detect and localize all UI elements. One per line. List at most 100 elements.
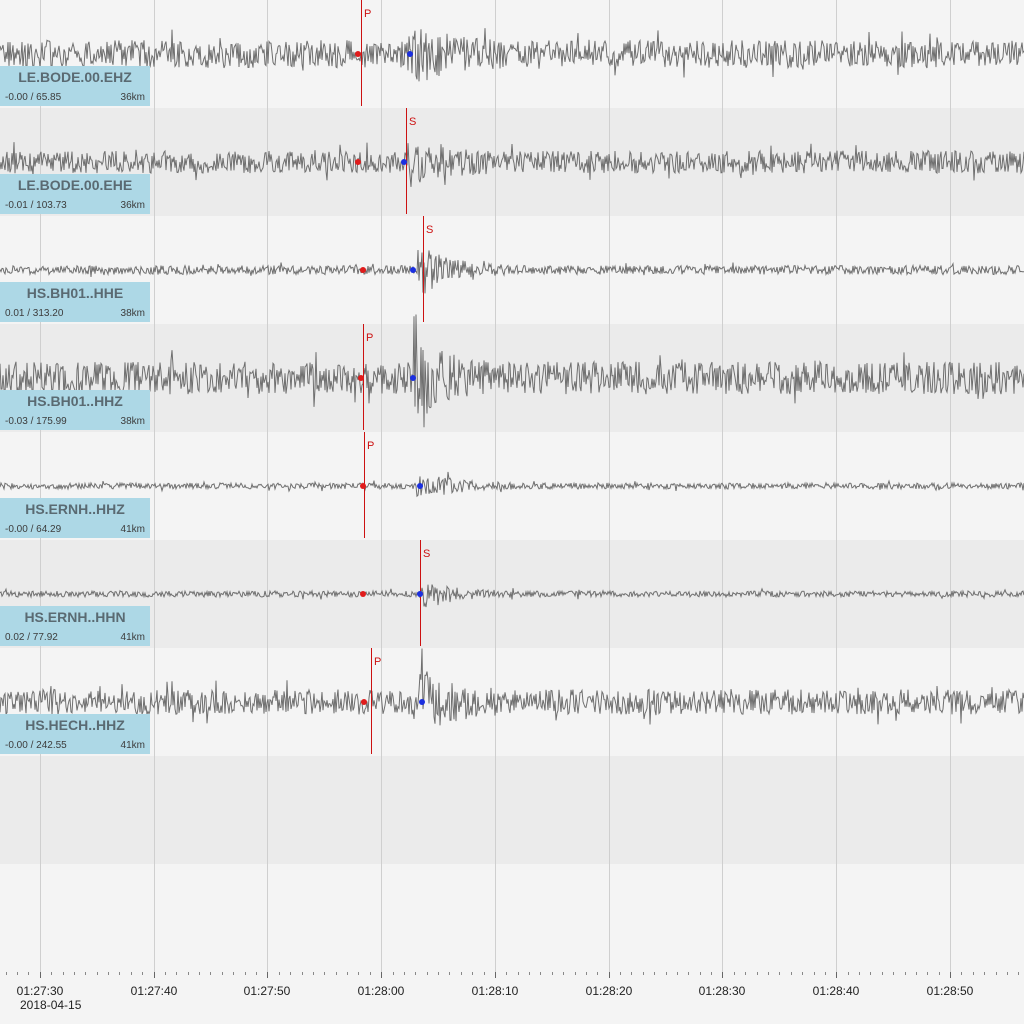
axis-minor-tick [347,972,348,975]
axis-minor-tick [313,972,314,975]
axis-minor-tick [757,972,758,975]
axis-minor-tick [427,972,428,975]
amplitude-range: -0.00 / 242.55 [5,740,67,751]
station-label[interactable]: HS.ERNH..HHZ -0.00 / 64.29 41km [0,498,150,538]
axis-minor-tick [63,972,64,975]
axis-minor-tick [802,972,803,975]
axis-tick-label: 01:27:40 [130,984,178,998]
seismogram-trace[interactable] [0,432,1024,540]
station-label[interactable]: LE.BODE.00.EHE -0.01 / 103.73 36km [0,174,150,214]
waveform-path [0,249,1024,294]
amplitude-range: -0.03 / 175.99 [5,416,67,427]
waveform-path [0,584,1024,608]
waveform-path [0,314,1024,428]
seismogram-trace[interactable] [0,108,1024,216]
s-arrival-marker [410,267,416,273]
axis-minor-tick [882,972,883,975]
axis-minor-tick [620,972,621,975]
phase-pick-line[interactable] [423,216,424,322]
axis-minor-tick [370,972,371,975]
axis-minor-tick [939,972,940,975]
seismogram-viewer[interactable]: P LE.BODE.00.EHZ -0.00 / 65.85 36km S LE.BODE… [0,0,1024,1024]
axis-major-tick [154,972,155,978]
axis-minor-tick [540,972,541,975]
phase-pick-label: S [423,548,431,560]
station-distance: 36km [120,92,145,103]
phase-pick-line[interactable] [371,648,372,754]
axis-minor-tick [734,972,735,975]
s-arrival-marker [419,699,425,705]
axis-minor-tick [700,972,701,975]
axis-minor-tick [324,972,325,975]
s-arrival-marker [417,483,423,489]
seismogram-trace[interactable] [0,216,1024,324]
axis-minor-tick [404,972,405,975]
axis-minor-tick [631,972,632,975]
axis-minor-tick [745,972,746,975]
station-label[interactable]: HS.ERNH..HHN 0.02 / 77.92 41km [0,606,150,646]
station-distance: 38km [120,416,145,427]
station-label[interactable]: HS.BH01..HHE 0.01 / 313.20 38km [0,282,150,322]
axis-minor-tick [85,972,86,975]
axis-minor-tick [51,972,52,975]
axis-major-tick [40,972,41,978]
s-arrival-marker [407,51,413,57]
station-name: HS.ERNH..HHN [24,609,126,625]
axis-tick-label: 01:28:30 [698,984,746,998]
axis-minor-tick [131,972,132,975]
station-distance: 38km [120,308,145,319]
axis-minor-tick [119,972,120,975]
axis-minor-tick [973,972,974,975]
axis-major-tick [950,972,951,978]
axis-major-tick [609,972,610,978]
seismogram-trace[interactable] [0,540,1024,648]
axis-major-tick [267,972,268,978]
axis-tick-label: 01:27:30 [16,984,64,998]
axis-major-tick [836,972,837,978]
axis-minor-tick [859,972,860,975]
axis-minor-tick [870,972,871,975]
p-arrival-marker [360,267,366,273]
p-arrival-marker [360,483,366,489]
seismogram-trace[interactable] [0,0,1024,108]
axis-major-tick [381,972,382,978]
axis-minor-tick [165,972,166,975]
amplitude-range: -0.01 / 103.73 [5,200,67,211]
p-arrival-marker [355,159,361,165]
axis-minor-tick [245,972,246,975]
p-arrival-marker [360,591,366,597]
axis-minor-tick [336,972,337,975]
p-arrival-marker [358,375,364,381]
station-distance: 41km [120,632,145,643]
axis-minor-tick [791,972,792,975]
axis-minor-tick [233,972,234,975]
axis-minor-tick [176,972,177,975]
phase-pick-line[interactable] [361,0,362,106]
axis-minor-tick [927,972,928,975]
amplitude-range: -0.00 / 65.85 [5,92,62,103]
axis-minor-tick [17,972,18,975]
axis-minor-tick [279,972,280,975]
axis-tick-label: 01:28:10 [471,984,519,998]
station-label[interactable]: HS.BH01..HHZ -0.03 / 175.99 38km [0,390,150,430]
axis-minor-tick [1007,972,1008,975]
seismogram-trace[interactable] [0,648,1024,756]
axis-tick-label: 01:27:50 [243,984,291,998]
axis-minor-tick [393,972,394,975]
station-label[interactable]: HS.HECH..HHZ -0.00 / 242.55 41km [0,714,150,754]
axis-minor-tick [529,972,530,975]
axis-minor-tick [108,972,109,975]
station-label[interactable]: LE.BODE.00.EHZ -0.00 / 65.85 36km [0,66,150,106]
axis-tick-label: 01:28:40 [812,984,860,998]
axis-minor-tick [472,972,473,975]
axis-minor-tick [779,972,780,975]
axis-major-tick [722,972,723,978]
station-name: HS.BH01..HHE [26,285,124,301]
phase-pick-label: P [367,440,375,452]
station-distance: 41km [120,524,145,535]
axis-minor-tick [677,972,678,975]
axis-minor-tick [984,972,985,975]
phase-pick-label: S [409,116,417,128]
seismogram-trace[interactable] [0,314,1024,432]
station-name: HS.BH01..HHZ [27,393,123,409]
